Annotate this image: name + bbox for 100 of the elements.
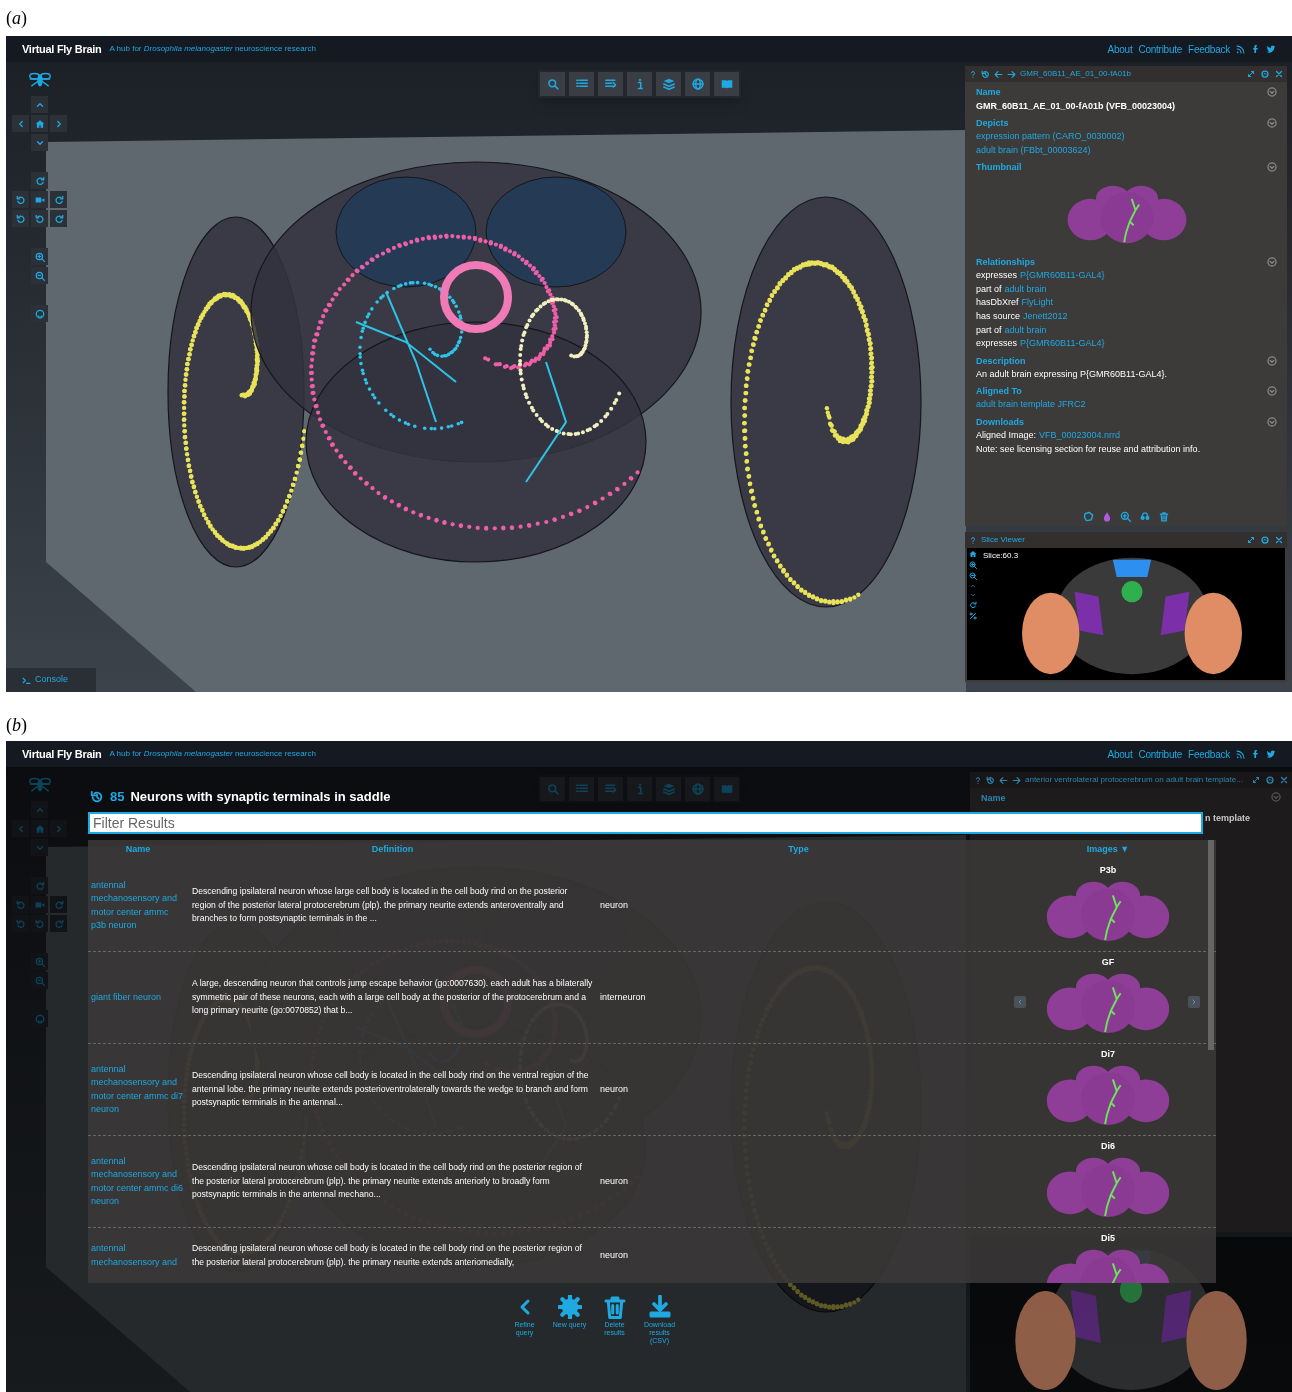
collapse-icon[interactable] (1267, 87, 1277, 97)
collapse-icon[interactable] (1267, 386, 1277, 397)
expand-icon[interactable] (1252, 776, 1260, 784)
scrollbar[interactable] (1208, 840, 1214, 1050)
forward-arrow-icon[interactable] (1007, 69, 1016, 79)
color-drop-icon[interactable] (1102, 511, 1112, 522)
column-header[interactable]: Definition (371, 843, 414, 857)
back-arrow-icon[interactable] (999, 775, 1008, 785)
section-heading[interactable]: Relationships (976, 255, 1035, 270)
next-image-button[interactable] (1188, 996, 1200, 1008)
right-arrow-button[interactable] (50, 115, 67, 132)
collapse-icon[interactable] (1267, 355, 1277, 366)
home-button[interactable] (31, 115, 48, 132)
globe-button[interactable] (685, 72, 710, 96)
help-icon[interactable] (969, 535, 977, 545)
zoom-out-icon[interactable] (969, 572, 977, 580)
percent-icon[interactable] (969, 612, 977, 620)
filter-field[interactable]: Filter Results (88, 812, 1203, 834)
expand-icon[interactable] (1247, 70, 1255, 78)
nav-link[interactable]: Feedback (1188, 41, 1230, 57)
zoom-in-button[interactable] (31, 248, 48, 265)
term-link[interactable]: P{GMR60B11-GAL4} (1020, 337, 1105, 351)
rss-icon[interactable] (1236, 44, 1245, 54)
term-link[interactable]: FlyLight (1021, 296, 1054, 310)
nav-link[interactable]: About (1107, 41, 1133, 57)
close-icon[interactable] (1280, 776, 1288, 784)
rotate-right-button[interactable] (50, 210, 67, 227)
back-arrow-icon[interactable] (994, 69, 1003, 79)
query-list-button[interactable] (598, 72, 623, 96)
term-link[interactable]: adult brain (FBbt_00003624) (976, 143, 1277, 158)
rotate-left-button[interactable] (12, 210, 29, 227)
term-link[interactable]: adult brain (1004, 282, 1047, 297)
minimize-icon[interactable] (1261, 536, 1269, 544)
expand-icon[interactable] (1247, 536, 1255, 544)
nav-link[interactable]: Contribute (1138, 41, 1183, 57)
facebook-icon[interactable] (1251, 44, 1260, 54)
zoom-in-icon[interactable] (969, 561, 977, 569)
collapse-icon[interactable] (1267, 257, 1277, 268)
section-heading[interactable]: Description (976, 353, 1026, 368)
brain-render-drawing[interactable] (167, 161, 922, 608)
info-button[interactable] (627, 72, 652, 96)
console-tab[interactable]: Console (6, 668, 96, 692)
neuron-name-link[interactable]: antennal mechanosensory and motor center ammc p3b neuron (91, 878, 186, 933)
search-button[interactable] (540, 72, 565, 96)
nav-link[interactable]: Feedback (1188, 746, 1230, 762)
close-icon[interactable] (1275, 70, 1283, 78)
binoculars-icon[interactable] (1139, 511, 1151, 522)
term-link[interactable]: adult brain template JFRC2 (976, 398, 1277, 412)
term-link[interactable]: P{GMR60B11-GAL4} (1020, 269, 1105, 283)
neuron-name-link[interactable]: antennal mechanosensory and motor center ammc di6 neuron (91, 1154, 186, 1209)
column-header[interactable]: Images ▼ (1086, 843, 1130, 857)
help-icon[interactable] (969, 69, 977, 79)
rotate-left-button[interactable] (31, 210, 48, 227)
rotate-left-button[interactable] (12, 191, 29, 208)
neuron-name-link[interactable]: antennal mechanosensory and (91, 1242, 186, 1269)
rotate-button[interactable] (31, 172, 48, 189)
close-icon[interactable] (1275, 536, 1283, 544)
rotate-right-button[interactable] (50, 191, 67, 208)
term-link[interactable]: VFB_00023004.nrrd (1039, 428, 1121, 443)
minimize-icon[interactable] (1266, 776, 1274, 784)
left-arrow-button[interactable] (12, 115, 29, 132)
book-button[interactable] (714, 72, 739, 96)
minimize-icon[interactable] (1261, 70, 1269, 78)
history-icon[interactable] (981, 69, 990, 79)
down-arrow-button[interactable] (31, 134, 48, 151)
collapse-icon[interactable] (1271, 792, 1281, 802)
twitter-icon[interactable] (1266, 44, 1276, 54)
previous-image-button[interactable] (1014, 996, 1026, 1008)
collapse-icon[interactable] (1267, 416, 1277, 427)
nav-link[interactable]: About (1107, 746, 1133, 762)
column-header[interactable]: Name (125, 843, 151, 857)
term-link[interactable]: expression pattern (CARO_0030002) (976, 130, 1277, 144)
outline-icon[interactable] (1083, 511, 1094, 522)
layers-button[interactable] (656, 72, 681, 96)
camera-button[interactable] (31, 191, 48, 208)
list-button[interactable] (569, 72, 594, 96)
history-icon[interactable] (90, 790, 104, 804)
term-link[interactable]: adult brain (1004, 323, 1047, 338)
up-arrow-button[interactable] (31, 96, 48, 113)
section-heading[interactable]: Downloads (976, 414, 1024, 429)
section-heading[interactable]: Depicts (976, 116, 1009, 130)
neuron-name-link[interactable]: giant fiber neuron (91, 990, 162, 1005)
trash-icon[interactable] (1159, 511, 1169, 522)
section-heading[interactable]: Thumbnail (976, 160, 1022, 175)
github-button[interactable] (31, 305, 48, 322)
section-heading[interactable]: Name (976, 85, 1001, 99)
twitter-icon[interactable] (1266, 749, 1276, 759)
term-link[interactable]: Jenett2012 (1023, 309, 1068, 324)
zoom-in-icon[interactable] (1120, 511, 1131, 522)
home-icon[interactable] (969, 550, 977, 558)
collapse-icon[interactable] (1267, 118, 1277, 128)
refresh-icon[interactable] (969, 601, 977, 609)
nav-link[interactable]: Contribute (1138, 746, 1183, 762)
history-icon[interactable] (986, 775, 995, 785)
rss-icon[interactable] (1236, 749, 1245, 759)
section-heading[interactable]: Name (981, 792, 1006, 806)
brand-title[interactable]: Virtual Fly Brain (22, 40, 102, 58)
brand-title[interactable]: Virtual Fly Brain (22, 745, 102, 763)
section-heading[interactable]: Aligned To (976, 384, 1022, 399)
help-icon[interactable] (974, 775, 982, 785)
